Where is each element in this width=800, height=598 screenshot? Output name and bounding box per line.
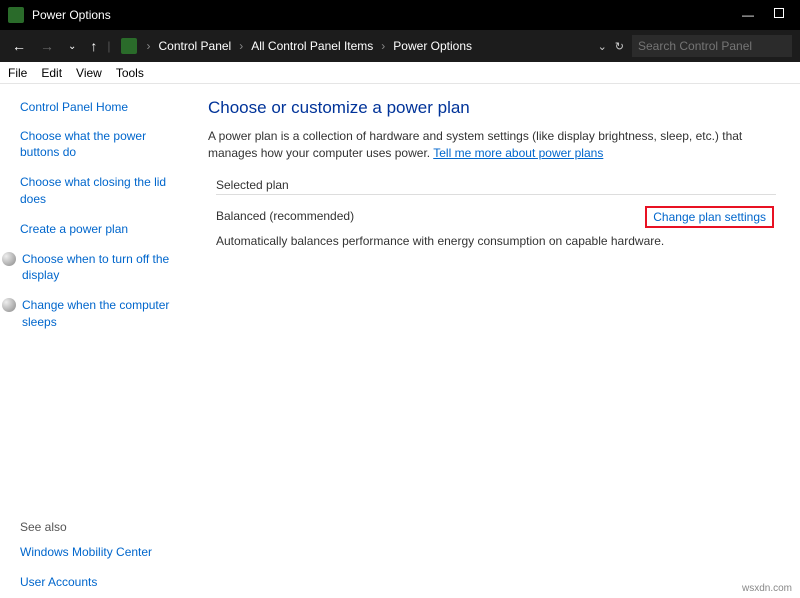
navbar: ← → ⌄ ↑ | › Control Panel › All Control …: [0, 30, 800, 62]
power-options-icon: [8, 7, 24, 23]
chevron-right-icon[interactable]: ›: [147, 39, 151, 53]
menubar: File Edit View Tools: [0, 62, 800, 84]
forward-button[interactable]: →: [36, 38, 58, 54]
watermark: wsxdn.com: [742, 583, 792, 594]
menu-view[interactable]: View: [76, 66, 102, 80]
change-plan-settings-link[interactable]: Change plan settings: [645, 206, 774, 228]
sidebar-link-power-buttons[interactable]: Choose what the power buttons do: [20, 128, 188, 160]
search-input[interactable]: [632, 35, 792, 57]
main-content: Choose or customize a power plan A power…: [200, 84, 800, 598]
titlebar: Power Options —: [0, 0, 800, 30]
menu-edit[interactable]: Edit: [41, 66, 62, 80]
display-icon: [2, 252, 16, 266]
tell-more-link[interactable]: Tell me more about power plans: [433, 146, 603, 160]
sidebar-link-computer-sleeps[interactable]: Change when the computer sleeps: [22, 297, 188, 329]
minimize-button[interactable]: —: [742, 8, 754, 22]
sidebar-link-closing-lid[interactable]: Choose what closing the lid does: [20, 174, 188, 206]
sleep-icon: [2, 298, 16, 312]
chevron-right-icon[interactable]: ›: [239, 39, 243, 53]
see-also-mobility-center[interactable]: Windows Mobility Center: [20, 544, 188, 560]
chevron-right-icon[interactable]: ›: [381, 39, 385, 53]
page-title: Choose or customize a power plan: [208, 98, 776, 118]
sidebar-link-create-plan[interactable]: Create a power plan: [20, 221, 188, 237]
refresh-button[interactable]: ↻: [615, 40, 624, 53]
recent-dropdown[interactable]: ⌄: [64, 41, 80, 52]
see-also-user-accounts[interactable]: User Accounts: [20, 574, 188, 590]
page-description: A power plan is a collection of hardware…: [208, 128, 776, 162]
menu-file[interactable]: File: [8, 66, 27, 80]
selected-plan-heading: Selected plan: [216, 178, 776, 195]
window-title: Power Options: [32, 8, 742, 22]
window-controls: —: [742, 8, 792, 22]
breadcrumb-item-all-items[interactable]: All Control Panel Items: [251, 39, 373, 53]
menu-tools[interactable]: Tools: [116, 66, 144, 80]
plan-description: Automatically balances performance with …: [216, 234, 776, 248]
breadcrumb-item-power-options[interactable]: Power Options: [393, 39, 472, 53]
sidebar: Control Panel Home Choose what the power…: [0, 84, 200, 598]
back-button[interactable]: ←: [8, 38, 30, 54]
plan-name: Balanced (recommended): [216, 209, 354, 228]
address-dropdown[interactable]: ⌄: [598, 40, 607, 53]
breadcrumb-item-control-panel[interactable]: Control Panel: [159, 39, 232, 53]
sidebar-link-turn-off-display[interactable]: Choose when to turn off the display: [22, 251, 188, 283]
breadcrumb-icon: [121, 38, 137, 54]
control-panel-home-link[interactable]: Control Panel Home: [20, 100, 188, 114]
breadcrumb: › Control Panel › All Control Panel Item…: [147, 39, 592, 53]
up-button[interactable]: ↑: [86, 38, 101, 54]
see-also-label: See also: [20, 520, 188, 534]
maximize-button[interactable]: [774, 8, 784, 18]
